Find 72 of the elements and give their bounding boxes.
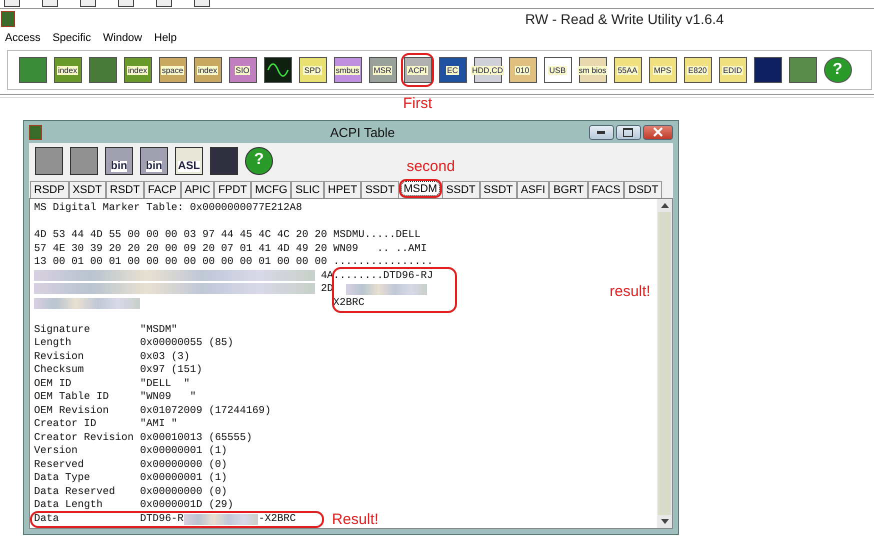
table-tab[interactable]: SLIC (291, 181, 324, 198)
table-tab[interactable]: MSDM (398, 179, 442, 198)
field-name: OEM Table ID (34, 391, 110, 404)
bin-all-button[interactable]: bin (139, 146, 169, 176)
ascii-text: WN09 .. ..AMI (333, 242, 427, 256)
menu-item[interactable]: Help (154, 32, 177, 44)
field-name: Version (34, 445, 79, 458)
table-tab[interactable]: FACP (144, 181, 181, 198)
table-tab[interactable]: RSDP (30, 181, 69, 198)
field-name: Revision (34, 350, 85, 364)
field-name: Checksum (34, 364, 85, 378)
menu-item[interactable]: Specific (52, 32, 91, 44)
field-value: "MSDM" (140, 324, 178, 337)
table-tab[interactable]: SSDT (442, 181, 480, 198)
table-tab[interactable]: HPET (324, 181, 362, 198)
field-value: "DELL " (140, 378, 190, 391)
table-tab[interactable]: RSDT (106, 181, 144, 198)
field-name: Reserved (34, 458, 85, 472)
field-name: Creator ID (34, 418, 98, 432)
field-value: 0x00000000 (0) (140, 486, 228, 499)
table-tab[interactable]: FACS (588, 181, 624, 198)
annotation-label: Result! (332, 512, 379, 526)
help-button[interactable]: ? (244, 146, 274, 176)
table-tab[interactable]: SSDT (480, 181, 517, 198)
hex-bytes: 13 00 01 00 01 00 00 00 00 00 00 00 01 00 00 00 (34, 256, 328, 270)
field-name: Length (34, 337, 72, 350)
table-tab[interactable]: BGRT (549, 181, 588, 198)
window-title: ACPI Table (330, 124, 395, 140)
hex-bytes: 4D 53 44 4D 55 00 00 00 03 97 44 45 4C 4C 20 20 (34, 229, 328, 242)
field-value: -X2BRC (258, 512, 296, 526)
asl-button[interactable]: ASL (174, 146, 204, 176)
hex-bytes: 57 4E 30 39 20 20 20 00 09 20 07 01 41 4D 49 20 (34, 242, 328, 256)
field-value: 0x00010013 (65555) (140, 432, 252, 445)
table-tab[interactable]: XSDT (68, 181, 106, 198)
table-tab[interactable]: MCFG (251, 181, 292, 198)
field-value: "AMI " (140, 418, 178, 432)
field-name: Data Reserved (34, 486, 116, 499)
field-value: 0x03 (3) (140, 350, 190, 364)
table-tab[interactable]: FPDT (214, 181, 252, 198)
field-name: OEM ID (34, 378, 72, 391)
field-value: 0x00000000 (0) (140, 458, 228, 472)
window-title: RW - Read & Write Utility v1.6.4 (525, 11, 724, 27)
field-value: 0x00000055 (85) (140, 337, 234, 350)
ascii-text: MSDMU.....DELL (333, 229, 421, 242)
field-value: 0x0000001D (29) (140, 499, 234, 512)
field-name: Signature (34, 324, 92, 337)
field-name: OEM Revision (34, 404, 110, 418)
ascii-text: X2BRC (333, 296, 364, 310)
field-value: 0x97 (151) (140, 364, 202, 378)
annotation-label: First (403, 95, 432, 112)
menu-item[interactable]: Window (103, 32, 142, 44)
table-tab[interactable]: SSDT (361, 181, 399, 198)
acpi-tool-button[interactable]: ACPI (401, 53, 434, 87)
field-value: 0x00000001 (1) (140, 445, 228, 458)
field-name: Data (34, 512, 60, 526)
table-heading: MS Digital Marker Table: 0x0000000077E212A8 (34, 202, 302, 214)
menu-item[interactable]: Access (5, 32, 40, 44)
field-name: Data Length (34, 499, 104, 512)
bin-button[interactable]: bin (104, 146, 134, 176)
annotation-label: result! (610, 285, 650, 298)
table-tab[interactable]: APIC (180, 181, 214, 198)
field-name: Data Type (34, 472, 92, 486)
table-tab[interactable]: DSDT (624, 181, 662, 198)
ascii-text: ........DTD96-RJ (333, 270, 434, 283)
table-tab[interactable]: ASFI (516, 181, 550, 198)
field-value: DTD96-R (140, 512, 184, 526)
annotation-label: second (406, 158, 455, 175)
field-value: "WN09 " (140, 391, 196, 404)
ascii-text: ................ (333, 256, 434, 270)
field-value: 0x00000001 (1) (140, 472, 228, 486)
field-value: 0x01072009 (17244169) (140, 404, 271, 418)
field-name: Creator Revision (34, 432, 135, 445)
